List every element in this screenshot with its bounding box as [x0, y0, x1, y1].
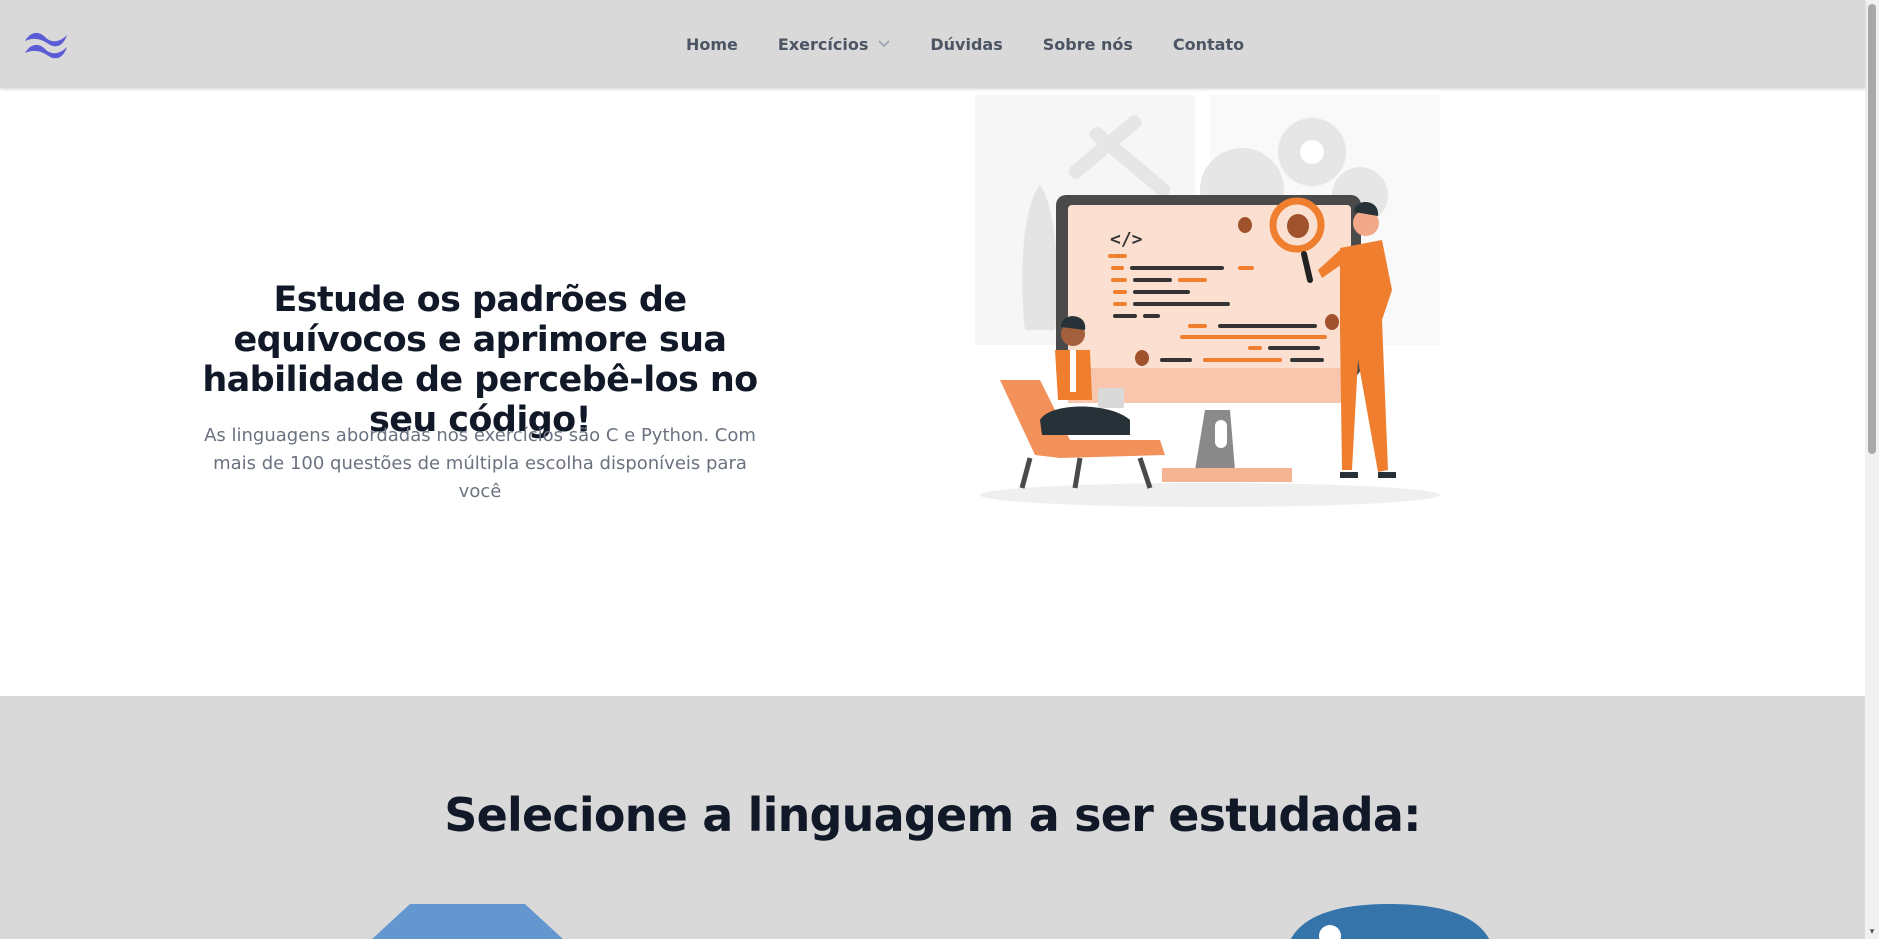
c-language-logo-icon[interactable] [350, 904, 600, 939]
vertical-scrollbar[interactable]: ▾ [1865, 0, 1879, 939]
tailwind-logo-icon[interactable] [23, 29, 71, 59]
hero-subtitle: As linguagens abordadas nos exercícios s… [204, 425, 756, 502]
top-navbar: Home Exercícios Dúvidas Sobre nós Contat… [0, 0, 1865, 88]
nav-links: Home Exercícios Dúvidas Sobre nós Contat… [686, 0, 1244, 88]
language-selection-section: Selecione a linguagem a ser estudada: [0, 696, 1865, 939]
nav-exercicios-label: Exercícios [777, 34, 869, 54]
debugging-illustration: </> [975, 95, 1440, 507]
hero-title: Estude os padrões de equívocos e aprimor… [202, 280, 758, 440]
chevron-down-icon [878, 40, 890, 48]
scroll-down-arrow-icon[interactable]: ▾ [1867, 927, 1877, 937]
section-title: Selecione a linguagem a ser estudada: [444, 788, 1421, 842]
python-logo-icon[interactable] [1280, 904, 1500, 939]
nav-exercicios-dropdown[interactable]: Exercícios [778, 35, 890, 54]
nav-home-link[interactable]: Home [686, 35, 738, 54]
scrollbar-thumb[interactable] [1868, 4, 1876, 454]
nav-duvidas-link[interactable]: Dúvidas [930, 35, 1002, 54]
code-tag-label: </> [1110, 229, 1143, 250]
nav-sobre-link[interactable]: Sobre nós [1043, 35, 1133, 54]
nav-contato-link[interactable]: Contato [1173, 35, 1244, 54]
